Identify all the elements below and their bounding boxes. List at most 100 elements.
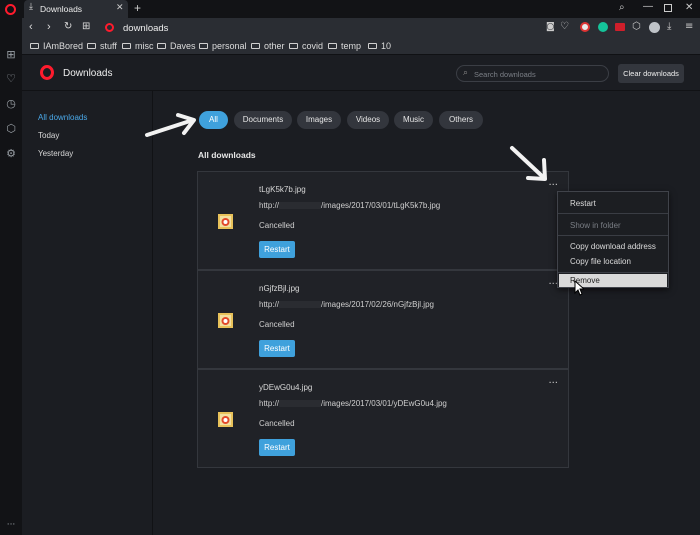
file-name[interactable]: nGjfzBjl.jpg	[259, 284, 299, 293]
download-status: Cancelled	[259, 221, 295, 230]
restart-label: Restart	[264, 443, 290, 452]
filter-all[interactable]: All	[199, 111, 228, 129]
section-title: All downloads	[198, 150, 256, 160]
filter-music[interactable]: Music	[394, 111, 433, 129]
file-url[interactable]: http:// /images/2017/02/26/nGjfzBjl.jpg	[259, 300, 434, 309]
clear-downloads-button[interactable]: Clear downloads	[618, 64, 684, 83]
mouse-cursor-icon	[574, 280, 584, 296]
minimize-icon[interactable]: —	[643, 1, 653, 12]
bookmark-label: covid	[302, 41, 324, 51]
menu-icon[interactable]: ≡	[685, 21, 693, 32]
bookmark-folder[interactable]: covid	[289, 41, 323, 51]
close-window-icon[interactable]: ✕	[685, 2, 693, 13]
bookmark-folder[interactable]: IAmBored	[30, 41, 83, 51]
bookmark-label: 10	[381, 41, 392, 51]
folder-icon	[199, 43, 208, 49]
opera-logo-icon[interactable]	[5, 4, 16, 15]
settings-icon[interactable]: ⚙	[5, 148, 17, 160]
search-tabs-icon[interactable]: ⌕	[619, 2, 625, 13]
filter-label: Music	[403, 115, 424, 124]
download-item: yDEwG0u4.jpg http:// /images/2017/03/01/y…	[197, 369, 569, 468]
reload-icon[interactable]: ↻	[64, 21, 72, 32]
restart-button[interactable]: Restart	[259, 340, 295, 357]
download-toolbar-icon[interactable]: ⤓	[667, 21, 671, 32]
heart-outline-icon[interactable]: ♡	[560, 21, 569, 32]
bookmark-label: stuff	[100, 41, 117, 51]
bookmark-folder[interactable]: personal	[199, 41, 247, 51]
menu-item-restart[interactable]: Restart	[570, 199, 596, 208]
bookmark-label: Daves	[170, 41, 196, 51]
close-tab-icon[interactable]: ✕	[116, 3, 124, 13]
address-toolbar: ‹ › ↻ ⊞ downloads ◙ ♡ ⬡ ⤓ ≡	[22, 18, 700, 38]
bookmark-label: temp	[341, 41, 362, 51]
nav-yesterday[interactable]: Yesterday	[38, 149, 73, 158]
page-title: Downloads	[63, 68, 113, 79]
bookmark-folder[interactable]: Daves	[157, 41, 196, 51]
bookmark-folder[interactable]: stuff	[87, 41, 117, 51]
more-options-icon[interactable]: ···	[548, 378, 558, 389]
downloads-page: Downloads ⌕ Search downloads Clear downl…	[22, 55, 700, 535]
forward-icon[interactable]: ›	[47, 21, 51, 33]
nav-today[interactable]: Today	[38, 131, 59, 140]
camera-icon[interactable]: ◙	[546, 22, 555, 32]
restart-button[interactable]: Restart	[259, 439, 295, 456]
extensions-icon[interactable]: ⬡	[5, 123, 17, 135]
restart-button[interactable]: Restart	[259, 241, 295, 258]
address-text[interactable]: downloads	[123, 23, 168, 34]
bookmark-folder[interactable]: misc	[122, 41, 154, 51]
opera-page-icon	[105, 23, 114, 32]
folder-icon	[122, 43, 131, 49]
annotation-arrow-icon	[145, 113, 196, 137]
tabs-grid-icon[interactable]: ⊞	[82, 21, 90, 32]
maximize-icon[interactable]	[664, 4, 672, 12]
download-status: Cancelled	[259, 419, 295, 428]
file-name[interactable]: yDEwG0u4.jpg	[259, 383, 312, 392]
url-path: /images/2017/02/26/nGjfzBjl.jpg	[321, 300, 434, 309]
file-name[interactable]: tLgK5k7b.jpg	[259, 185, 306, 194]
filter-label: Documents	[242, 115, 284, 124]
folder-icon	[251, 43, 260, 49]
extension-red-icon[interactable]	[615, 23, 625, 31]
url-prefix: http://	[259, 201, 280, 210]
bookmark-label: IAmBored	[43, 41, 84, 51]
heart-icon[interactable]: ♡	[5, 73, 17, 85]
redacted-host	[279, 202, 322, 209]
file-url[interactable]: http:// /images/2017/03/01/tLgK5k7b.jpg	[259, 201, 440, 210]
filter-others[interactable]: Others	[439, 111, 483, 129]
nav-all-downloads[interactable]: All downloads	[38, 113, 87, 122]
bookmark-folder[interactable]: temp	[328, 41, 361, 51]
menu-item-copy-download-address[interactable]: Copy download address	[570, 242, 656, 251]
history-icon[interactable]: ◷	[5, 98, 17, 110]
bookmarks-bar: IAmBored stuff misc Daves personal other…	[22, 38, 700, 55]
filter-documents[interactable]: Documents	[234, 111, 292, 129]
extension-vpn-icon[interactable]	[580, 22, 590, 32]
extension-cube-icon[interactable]: ⬡	[632, 21, 641, 32]
search-downloads-input[interactable]: ⌕ Search downloads	[456, 65, 609, 82]
bookmark-folder[interactable]: other	[251, 41, 285, 51]
menu-item-copy-file-location[interactable]: Copy file location	[570, 257, 631, 266]
image-file-icon	[218, 313, 233, 328]
profile-icon[interactable]	[649, 22, 660, 33]
new-tab-icon[interactable]: +	[134, 1, 141, 15]
filter-label: All	[209, 115, 218, 124]
bookmark-label: personal	[212, 41, 247, 51]
extension-grammarly-icon[interactable]	[598, 22, 608, 32]
filter-videos[interactable]: Videos	[347, 111, 389, 129]
download-item: nGjfzBjl.jpg http:// /images/2017/02/26/n…	[197, 270, 569, 369]
back-icon[interactable]: ‹	[29, 21, 33, 33]
folder-icon	[289, 43, 298, 49]
left-nav: All downloads Today Yesterday	[22, 91, 153, 535]
file-url[interactable]: http:// /images/2017/03/01/yDEwG0u4.jpg	[259, 399, 447, 408]
tab-downloads[interactable]: ⤓ Downloads ✕	[24, 0, 128, 18]
folder-icon	[328, 43, 337, 49]
url-prefix: http://	[259, 399, 280, 408]
bookmark-folder[interactable]: 10	[368, 41, 391, 51]
download-icon: ⤓	[29, 2, 33, 12]
more-icon[interactable]: ···	[5, 519, 17, 531]
clear-downloads-label: Clear downloads	[623, 69, 679, 78]
filter-images[interactable]: Images	[297, 111, 341, 129]
url-path: /images/2017/03/01/tLgK5k7b.jpg	[321, 201, 441, 210]
annotation-arrow-icon	[510, 146, 547, 181]
filter-label: Videos	[355, 115, 381, 124]
speed-dial-icon[interactable]: ⊞	[5, 49, 17, 61]
